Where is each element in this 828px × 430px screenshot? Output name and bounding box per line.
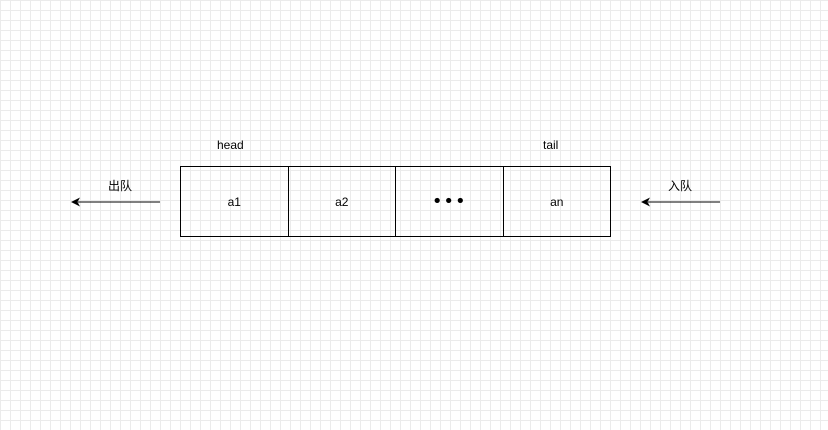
dequeue-arrow (71, 197, 160, 207)
arrows-layer (71, 197, 720, 207)
diagram-canvas: head tail 出队 入队 a1 a2 ••• an (0, 0, 828, 430)
enqueue-arrow (641, 197, 720, 207)
